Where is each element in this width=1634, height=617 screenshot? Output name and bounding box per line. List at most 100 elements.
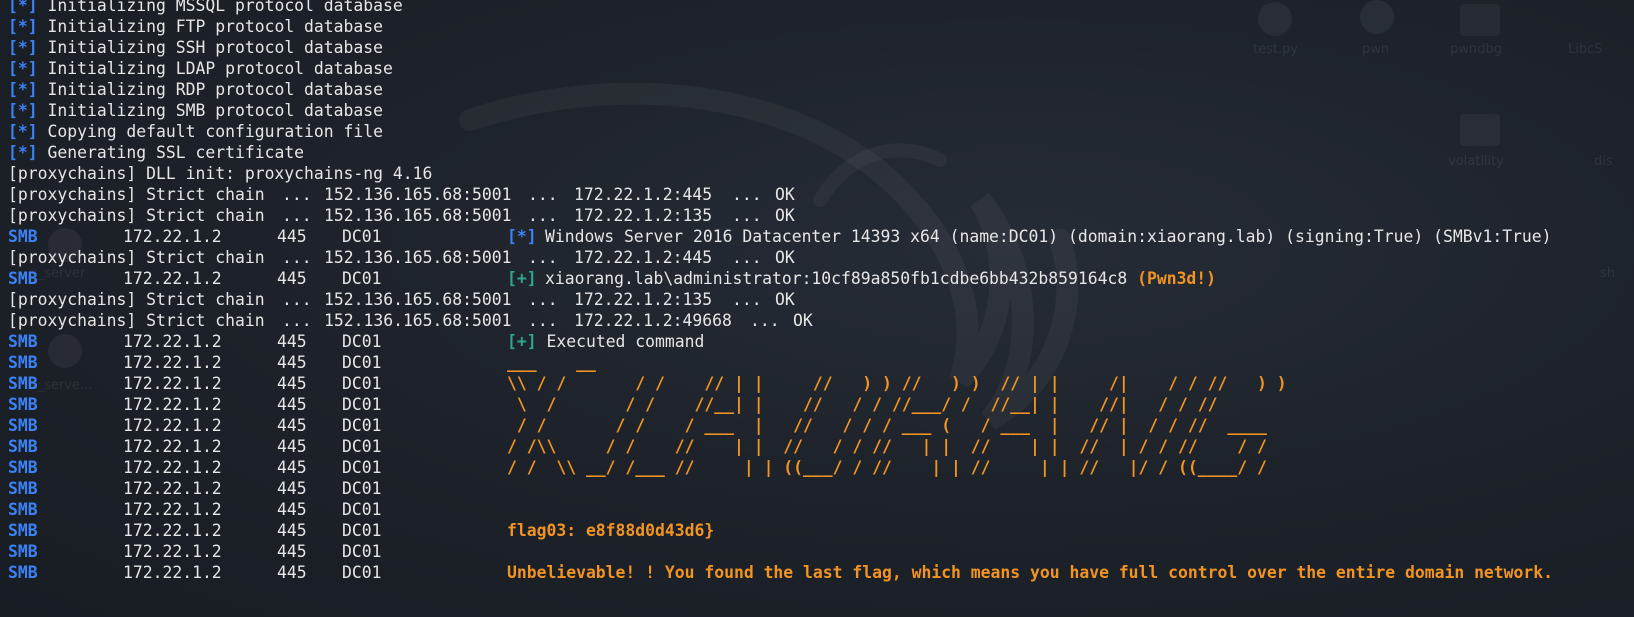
- smb-port: 445: [277, 437, 307, 456]
- init-line: [*] Initializing LDAP protocol database: [8, 58, 393, 80]
- proxy-status: OK: [775, 290, 795, 309]
- smb-tag: SMB: [8, 374, 38, 393]
- proxy-separator: ...: [282, 290, 312, 309]
- ascii-art-row: / / / / / ___ | // / / / ___ ( / ___ | /…: [507, 416, 1267, 435]
- info-marker: [*]: [8, 143, 38, 162]
- proxy-target: 172.22.1.2:135: [574, 206, 713, 225]
- smb-port: 445: [277, 542, 307, 561]
- proxy-separator: ...: [732, 248, 762, 267]
- smb-host: DC01: [342, 269, 382, 288]
- smb-tag: SMB: [8, 521, 38, 540]
- smb-tag: SMB: [8, 458, 38, 477]
- smb-ip: 172.22.1.2: [123, 269, 222, 288]
- proxy-prefix: [proxychains] Strict chain: [8, 311, 265, 330]
- proxy-separator: ...: [282, 206, 312, 225]
- smb-port: 445: [277, 500, 307, 519]
- smb-tag: SMB: [8, 353, 38, 372]
- ascii-art-row: \\ / / / / // | | // ) ) // ) ) // | | /…: [507, 374, 1287, 393]
- smb-tag: SMB: [8, 437, 38, 456]
- smb-tag: SMB: [8, 500, 38, 519]
- file-icon: [1258, 2, 1292, 36]
- proxy-prefix: [proxychains] Strict chain: [8, 248, 265, 267]
- smb-ip: 172.22.1.2: [123, 332, 222, 351]
- proxy-separator: ...: [528, 206, 558, 225]
- smb-host: DC01: [342, 521, 382, 540]
- credential-hash: xiaorang.lab\administrator:10cf89a850fb1…: [545, 269, 1128, 288]
- smb-host: DC01: [342, 563, 382, 582]
- smb-tag: SMB: [8, 563, 38, 582]
- smb-host: DC01: [342, 353, 382, 372]
- smb-port: 445: [277, 563, 307, 582]
- init-line: [*] Generating SSL certificate: [8, 142, 304, 164]
- proxy-separator: ...: [732, 206, 762, 225]
- smb-port: 445: [277, 227, 307, 246]
- terminal-window[interactable]: test.py pwn pwndbg LibcS volatility dis …: [0, 0, 1634, 617]
- info-marker: [*]: [8, 101, 38, 120]
- proxy-chain-line: [proxychains] Strict chain ... 152.136.1…: [8, 205, 795, 227]
- proxy-target: 172.22.1.2:135: [574, 290, 713, 309]
- desktop-label: LibcS: [1568, 42, 1603, 57]
- smb-port: 445: [277, 269, 307, 288]
- proxy-separator: ...: [750, 311, 780, 330]
- smb-ip: 172.22.1.2: [123, 500, 222, 519]
- smb-host: DC01: [342, 542, 382, 561]
- folder-icon: [1460, 114, 1500, 146]
- smb-ip: 172.22.1.2: [123, 542, 222, 561]
- smb-tag: SMB: [8, 542, 38, 561]
- smb-host: DC01: [342, 479, 382, 498]
- smb-line: SMB 172.22.1.2 445 DC01 [+] xiaorang.lab…: [8, 268, 1216, 290]
- init-text: Initializing MSSQL protocol database: [47, 0, 403, 15]
- smb-message: xiaorang.lab\administrator:10cf89a850fb1…: [545, 268, 1216, 290]
- smb-port: 445: [277, 395, 307, 414]
- info-marker: [*]: [8, 122, 38, 141]
- init-text: Initializing FTP protocol database: [47, 17, 383, 36]
- init-text: Initializing SMB protocol database: [47, 101, 383, 120]
- smb-host: DC01: [342, 374, 382, 393]
- proxy-target: 172.22.1.2:445: [574, 248, 713, 267]
- ascii-art-row: / /\\ / / // | | // / / // | | // | | //…: [507, 437, 1267, 456]
- desktop-label: volatility: [1448, 154, 1504, 169]
- smb-host: DC01: [342, 395, 382, 414]
- init-text: Generating SSL certificate: [47, 143, 305, 162]
- proxy-separator: ...: [528, 311, 558, 330]
- smb-port: 445: [277, 521, 307, 540]
- smb-ip: 172.22.1.2: [123, 227, 222, 246]
- proxy-prefix: [proxychains] Strict chain: [8, 185, 265, 204]
- proxy-separator: ...: [282, 248, 312, 267]
- smb-tag: SMB: [8, 269, 38, 288]
- init-line: [*] Initializing MSSQL protocol database: [8, 0, 403, 17]
- folder-icon: [1460, 4, 1500, 36]
- smb-host: DC01: [342, 227, 382, 246]
- proxy-chain-line: [proxychains] Strict chain ... 152.136.1…: [8, 289, 795, 311]
- proxy-address: 152.136.165.68:5001: [324, 248, 512, 267]
- ascii-art-row: \ / / / //__| | // / / //___/ / //__| | …: [507, 395, 1218, 414]
- smb-ip: 172.22.1.2: [123, 437, 222, 456]
- smb-host: DC01: [342, 437, 382, 456]
- final-message: Unbelievable! ! You found the last flag,…: [507, 563, 1554, 582]
- proxy-chain-line: [proxychains] Strict chain ... 152.136.1…: [8, 247, 795, 269]
- info-marker: [*]: [8, 38, 38, 57]
- smb-ip: 172.22.1.2: [123, 479, 222, 498]
- proxy-separator: ...: [282, 185, 312, 204]
- init-text: Initializing RDP protocol database: [47, 80, 383, 99]
- flag-line: flag03: e8f88d0d43d6}: [507, 521, 715, 540]
- proxy-separator: ...: [732, 290, 762, 309]
- proxy-separator: ...: [528, 185, 558, 204]
- init-line: [*] Initializing SMB protocol database: [8, 100, 383, 122]
- smb-line: SMB 172.22.1.2 445 DC01 [*] Windows Serv…: [8, 226, 1552, 248]
- proxy-status: OK: [775, 206, 795, 225]
- dll-init-line: [proxychains] DLL init: proxychains-ng 4…: [8, 164, 433, 183]
- desktop-label: sh: [1600, 266, 1616, 281]
- proxy-status: OK: [775, 185, 795, 204]
- smb-host: DC01: [342, 416, 382, 435]
- smb-host: DC01: [342, 458, 382, 477]
- smb-port: 445: [277, 458, 307, 477]
- proxy-target: 172.22.1.2:445: [574, 185, 713, 204]
- proxy-chain-line: [proxychains] Strict chain ... 152.136.1…: [8, 310, 813, 332]
- smb-port: 445: [277, 374, 307, 393]
- init-line: [*] Initializing FTP protocol database: [8, 16, 383, 38]
- smb-port: 445: [277, 332, 307, 351]
- smb-tag: SMB: [8, 332, 38, 351]
- smb-tag: SMB: [8, 416, 38, 435]
- info-marker: [*]: [8, 0, 38, 15]
